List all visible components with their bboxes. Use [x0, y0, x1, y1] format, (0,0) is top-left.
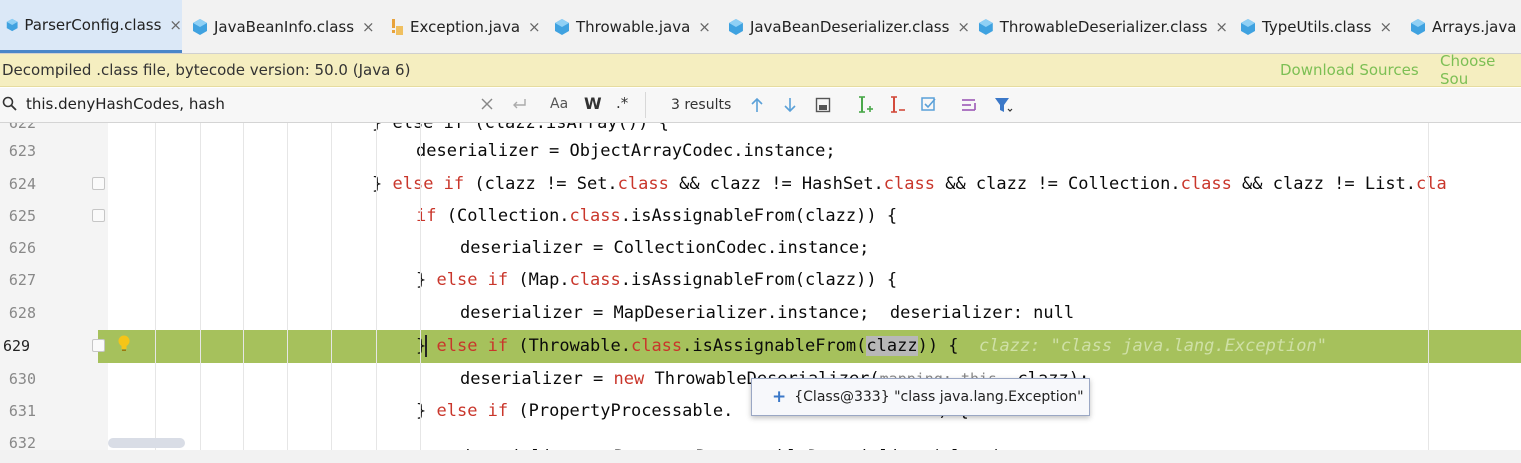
line-number: 629	[0, 330, 98, 363]
code-line-625: 625 if (Collection.class.isAssignableFro…	[0, 200, 1521, 232]
class-file-icon	[728, 18, 743, 35]
tab-label: JavaBeanInfo.class	[214, 17, 355, 36]
arrow-down-icon[interactable]	[783, 97, 797, 113]
indent-guide	[287, 123, 288, 463]
close-icon[interactable]: ×	[698, 18, 711, 36]
search-input[interactable]: this.denyHashCodes, hash	[26, 95, 225, 113]
whole-words-button[interactable]: W	[584, 94, 602, 113]
code-line-624: 624 } else if (clazz != Set.class && cla…	[0, 168, 1521, 200]
search-results-count: 3 results	[671, 97, 732, 113]
regex-button[interactable]: .*	[616, 94, 628, 112]
tab-typeutils[interactable]: TypeUtils.class ×	[1234, 0, 1400, 53]
class-file-icon	[1241, 18, 1255, 35]
code-text: deserializer = CollectionCodec.instance;	[460, 238, 870, 258]
line-number: 623	[8, 142, 36, 160]
code-text: } else if (Map.class.isAssignableFrom(cl…	[416, 270, 898, 290]
filter-lines-icon[interactable]	[961, 97, 979, 113]
find-bar: this.denyHashCodes, hash Aa W .* 3 resul…	[0, 88, 1521, 123]
horizontal-scrollbar[interactable]	[108, 438, 185, 448]
banner-message: Decompiled .class file, bytecode version…	[2, 61, 411, 79]
code-line-626: 626 deserializer = CollectionCodec.insta…	[0, 232, 1521, 264]
lightbulb-icon[interactable]	[117, 334, 131, 352]
tab-label: JavaBeanDeserializer.class	[749, 17, 950, 36]
add-occurrence-icon[interactable]	[857, 95, 875, 115]
tab-label: ParserConfig.class	[24, 16, 162, 34]
separator	[645, 92, 646, 118]
hovered-variable: clazz	[866, 336, 918, 356]
code-text: deserializer = ObjectArrayCodec.instance…	[416, 141, 836, 161]
class-file-icon	[193, 18, 207, 35]
line-number: 631	[8, 402, 36, 420]
tab-label: Throwable.java	[576, 17, 691, 36]
inline-debug-value: deserializer: null	[869, 303, 1075, 323]
class-file-icon	[6, 18, 18, 32]
class-file-icon	[555, 18, 569, 35]
line-number: 628	[8, 304, 36, 322]
close-icon[interactable]: ×	[362, 18, 375, 36]
code-line-629-execution-point: 629 } else if (Throwable.class.isAssigna…	[0, 330, 1521, 363]
java-file-icon	[392, 18, 403, 35]
code-line-628: 628 deserializer = MapDeserializer.insta…	[0, 297, 1521, 329]
choose-sources-link[interactable]: Choose Sou	[1440, 52, 1521, 88]
tab-parserconfig[interactable]: ParserConfig.class ×	[0, 0, 182, 53]
indent-guide	[243, 123, 244, 463]
line-number: 630	[8, 370, 36, 388]
close-icon[interactable]: ×	[1215, 18, 1228, 36]
line-number: 627	[8, 271, 36, 289]
class-file-icon	[1411, 18, 1425, 35]
line-number: 624	[8, 175, 36, 193]
fold-marker-icon[interactable]	[92, 177, 105, 190]
close-icon[interactable]: ×	[1379, 18, 1392, 36]
class-file-icon	[978, 18, 993, 35]
expand-icon[interactable]: +	[772, 387, 786, 407]
new-line-icon[interactable]	[511, 98, 527, 110]
code-line-623: 623 deserializer = ObjectArrayCodec.inst…	[0, 135, 1521, 167]
arrow-up-icon[interactable]	[750, 97, 764, 113]
close-icon[interactable]: ×	[169, 16, 182, 34]
editor-tab-bar: ParserConfig.class × JavaBeanInfo.class …	[0, 0, 1521, 54]
tab-exception[interactable]: Exception.java ×	[382, 0, 542, 53]
tab-label: Exception.java	[410, 17, 521, 36]
indent-guide	[331, 123, 332, 463]
code-text: } else if (clazz != Set.class && clazz !…	[372, 174, 1447, 194]
tab-throwabledeserializer[interactable]: ThrowableDeserializer.class ×	[972, 0, 1228, 53]
filter-icon[interactable]	[994, 96, 1014, 114]
search-icon[interactable]	[2, 96, 18, 112]
remove-occurrence-icon[interactable]	[889, 95, 907, 115]
tab-label: Arrays.java	[1432, 17, 1517, 36]
indent-guide	[420, 123, 421, 463]
tab-label: ThrowableDeserializer.class	[999, 17, 1208, 36]
clear-search-icon[interactable]	[481, 98, 493, 110]
download-sources-link[interactable]: Download Sources	[1280, 61, 1419, 79]
fold-marker-icon[interactable]	[92, 339, 105, 352]
tooltip-value: {Class@333} "class java.lang.Exception"	[794, 389, 1084, 405]
indent-guide	[200, 123, 201, 463]
bottom-strip	[0, 450, 1521, 463]
decompiled-banner: Decompiled .class file, bytecode version…	[0, 52, 1521, 88]
code-text: deserializer = MapDeserializer.instance;…	[460, 303, 1075, 323]
close-icon[interactable]: ×	[528, 18, 541, 36]
indent-guide	[155, 123, 156, 463]
match-case-button[interactable]: Aa	[550, 96, 568, 112]
line-number: 626	[8, 239, 36, 257]
open-in-window-icon[interactable]	[815, 97, 831, 113]
line-number: 625	[8, 207, 36, 225]
inline-debug-value: clazz: "class java.lang.Exception"	[958, 336, 1327, 356]
fold-marker-icon[interactable]	[92, 209, 105, 222]
debug-value-tooltip[interactable]: + {Class@333} "class java.lang.Exception…	[751, 378, 1090, 416]
tab-arrays[interactable]: Arrays.java	[1404, 0, 1521, 53]
tab-label: TypeUtils.class	[1262, 17, 1372, 36]
tab-javabeandeserializer[interactable]: JavaBeanDeserializer.class ×	[722, 0, 970, 53]
code-text: if (Collection.class.isAssignableFrom(cl…	[416, 206, 898, 226]
tab-throwable[interactable]: Throwable.java ×	[548, 0, 716, 53]
select-all-occurrences-icon[interactable]	[920, 96, 938, 114]
tab-javabeaninfo[interactable]: JavaBeanInfo.class ×	[186, 0, 376, 53]
code-text: } else if (Throwable.class.isAssignableF…	[416, 335, 1327, 357]
indent-guide	[1428, 123, 1429, 463]
code-line-627: 627 } else if (Map.class.isAssignableFro…	[0, 264, 1521, 296]
indent-guide	[376, 123, 377, 463]
close-icon[interactable]: ×	[957, 18, 970, 36]
